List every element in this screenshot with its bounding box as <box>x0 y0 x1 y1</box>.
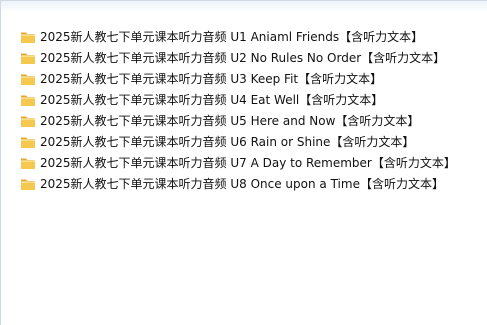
file-explorer-window: 2025新人教七下单元课本听力音频 U1 Aniaml Friends【含听力文… <box>0 0 487 325</box>
folder-icon <box>21 137 35 148</box>
file-list: 2025新人教七下单元课本听力音频 U1 Aniaml Friends【含听力文… <box>17 26 459 194</box>
file-name: 2025新人教七下单元课本听力音频 U3 Keep Fit【含听力文本】 <box>40 72 383 86</box>
list-item-folder-u2[interactable]: 2025新人教七下单元课本听力音频 U2 No Rules No Order【含… <box>17 47 459 68</box>
list-item-folder-u5[interactable]: 2025新人教七下单元课本听力音频 U5 Here and Now【含听力文本】 <box>17 110 459 131</box>
list-item-folder-u4[interactable]: 2025新人教七下单元课本听力音频 U4 Eat Well【含听力文本】 <box>17 89 459 110</box>
folder-icon <box>21 179 35 190</box>
list-item-folder-u7[interactable]: 2025新人教七下单元课本听力音频 U7 A Day to Remember【含… <box>17 152 459 173</box>
file-name: 2025新人教七下单元课本听力音频 U2 No Rules No Order【含… <box>40 51 446 65</box>
folder-icon <box>21 53 35 64</box>
list-item-folder-u6[interactable]: 2025新人教七下单元课本听力音频 U6 Rain or Shine【含听力文本… <box>17 131 459 152</box>
list-item-folder-u8[interactable]: 2025新人教七下单元课本听力音频 U8 Once upon a Time【含听… <box>17 173 459 194</box>
window-top-edge <box>1 1 487 13</box>
list-item-folder-u1[interactable]: 2025新人教七下单元课本听力音频 U1 Aniaml Friends【含听力文… <box>17 26 459 47</box>
list-item-folder-u3[interactable]: 2025新人教七下单元课本听力音频 U3 Keep Fit【含听力文本】 <box>17 68 459 89</box>
folder-icon <box>21 116 35 127</box>
file-name: 2025新人教七下单元课本听力音频 U4 Eat Well【含听力文本】 <box>40 93 384 107</box>
folder-icon <box>21 74 35 85</box>
folder-icon <box>21 158 35 169</box>
file-name: 2025新人教七下单元课本听力音频 U7 A Day to Remember【含… <box>40 156 456 170</box>
file-name: 2025新人教七下单元课本听力音频 U6 Rain or Shine【含听力文本… <box>40 135 415 149</box>
file-name: 2025新人教七下单元课本听力音频 U8 Once upon a Time【含听… <box>40 177 444 191</box>
file-name: 2025新人教七下单元课本听力音频 U1 Aniaml Friends【含听力文… <box>40 30 424 44</box>
folder-icon <box>21 95 35 106</box>
folder-icon <box>21 32 35 43</box>
file-name: 2025新人教七下单元课本听力音频 U5 Here and Now【含听力文本】 <box>40 114 420 128</box>
